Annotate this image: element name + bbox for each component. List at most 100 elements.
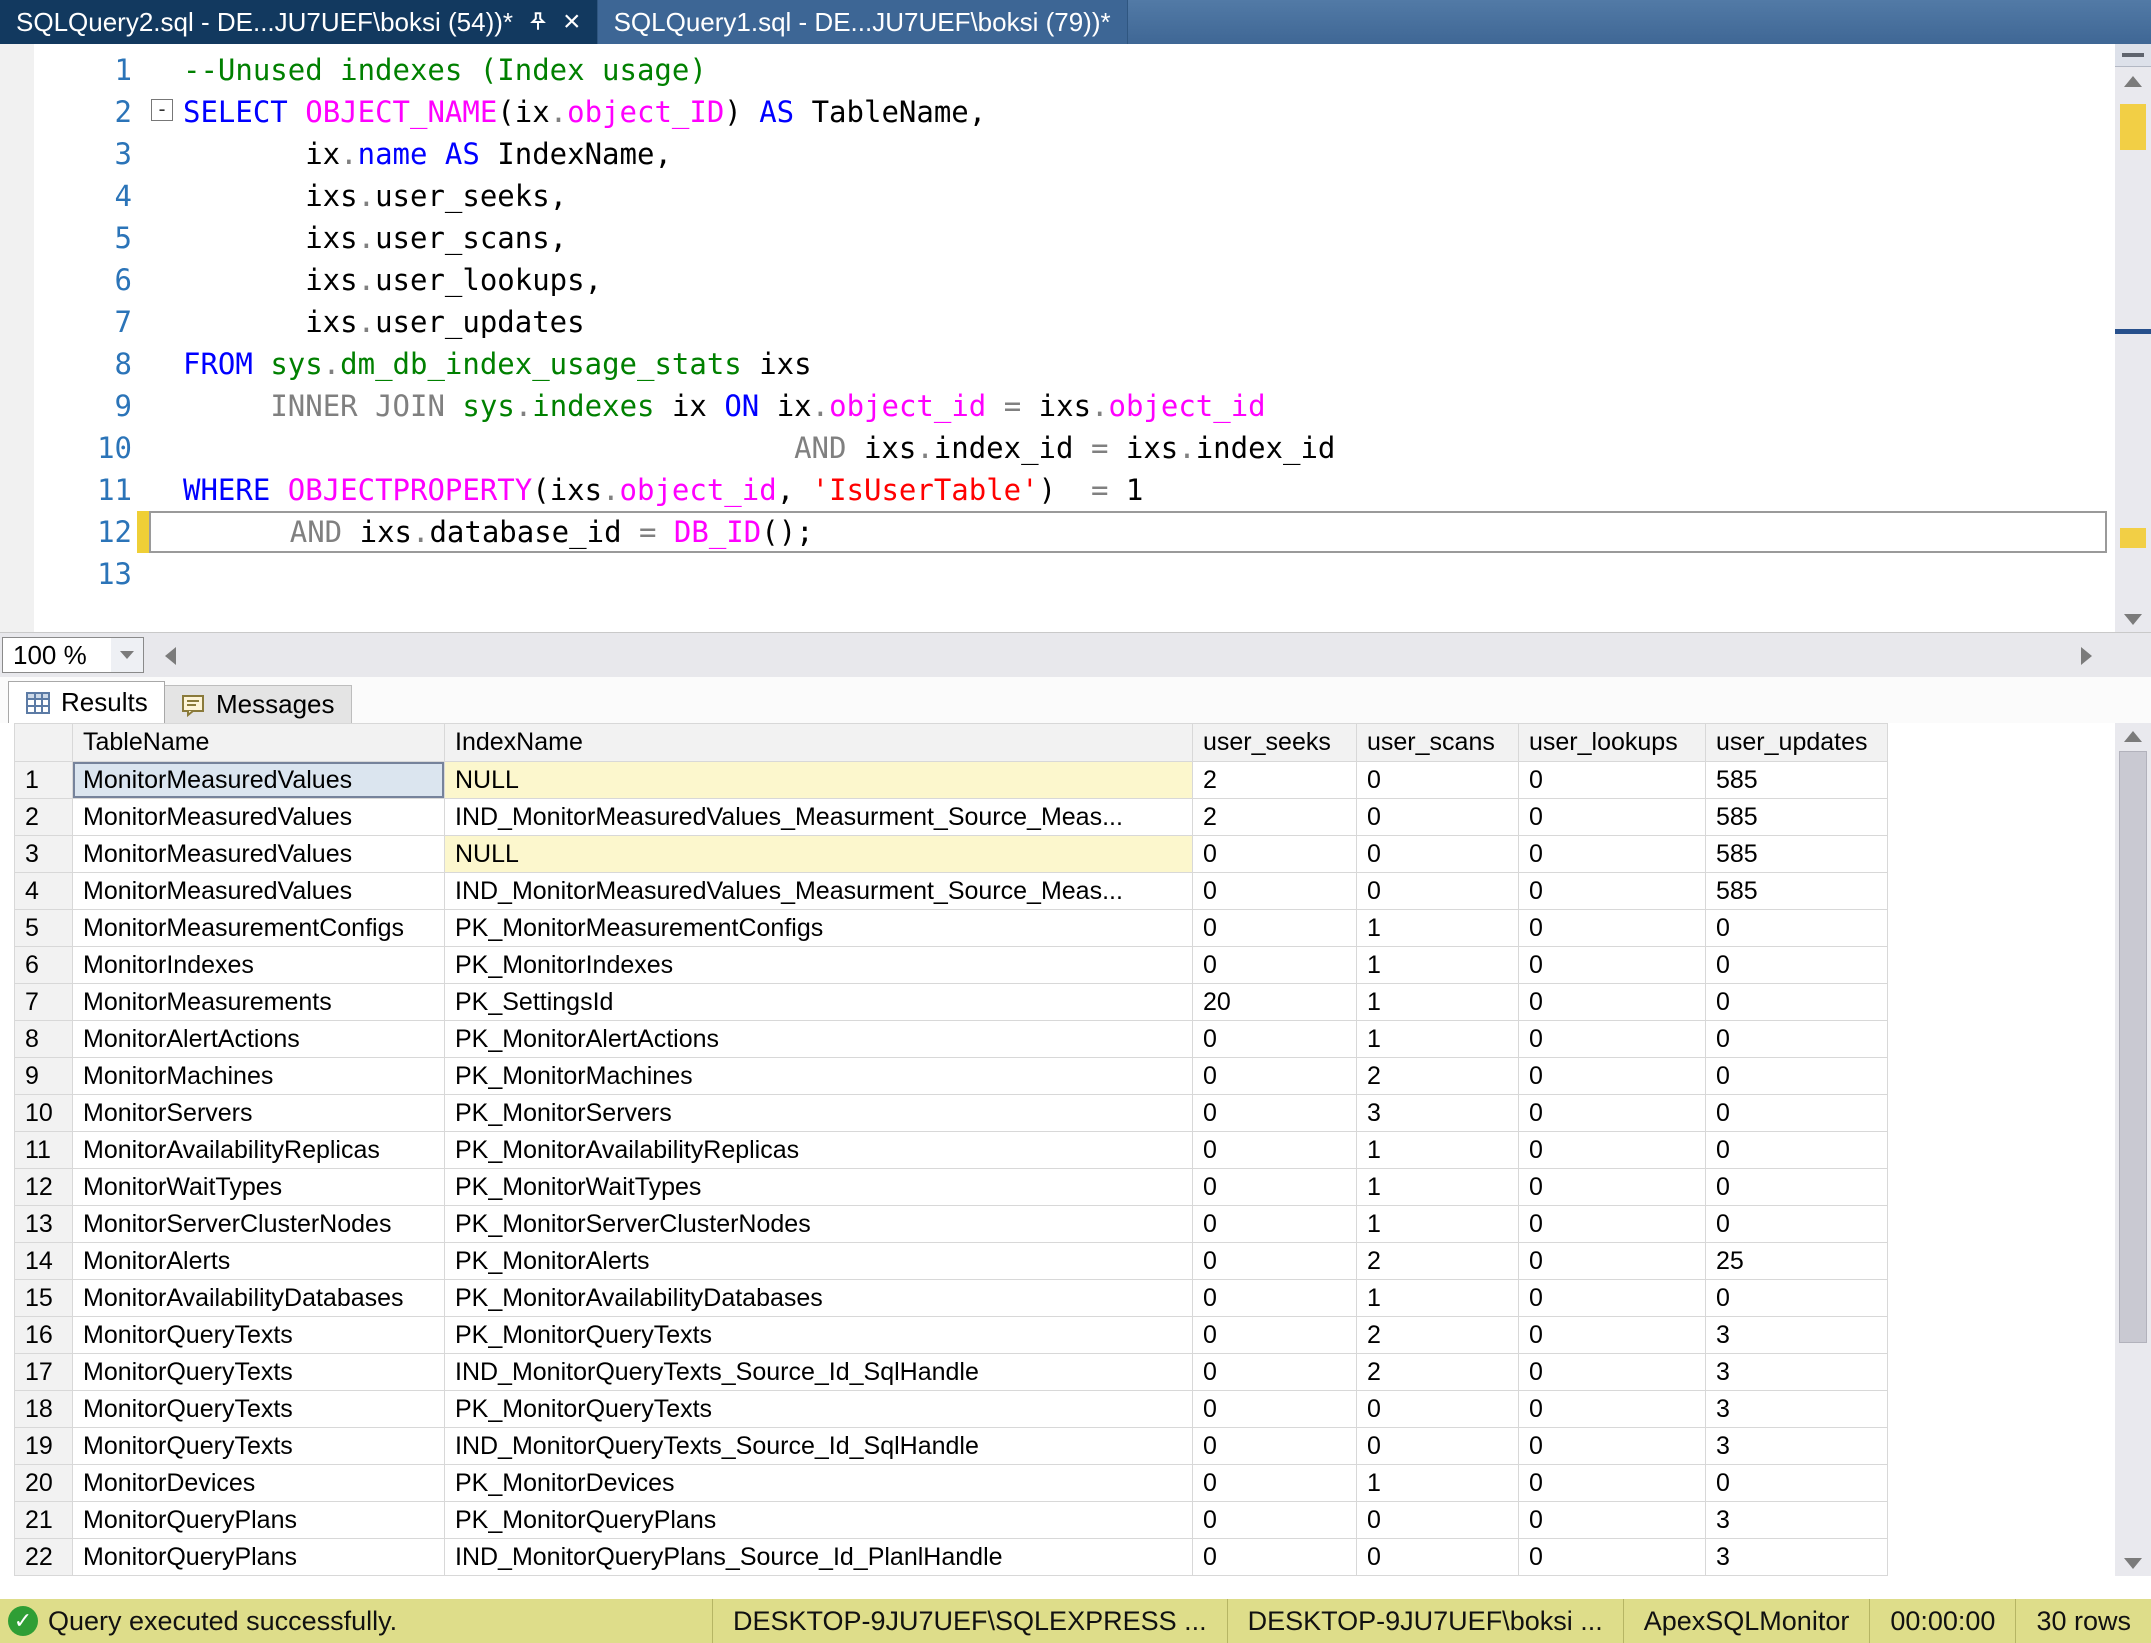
grid-cell[interactable]: 0 [1357,762,1519,799]
grid-cell[interactable]: 0 [1519,1243,1706,1280]
grid-cell[interactable]: 0 [1357,1539,1519,1576]
grid-cell[interactable]: 1 [1357,1169,1519,1206]
grid-cell[interactable]: MonitorServerClusterNodes [73,1206,445,1243]
grid-cell[interactable]: 0 [1357,1502,1519,1539]
code-line[interactable]: 6 ixs.user_lookups, [0,259,2107,301]
scroll-down-button[interactable] [2115,1550,2151,1576]
row-number[interactable]: 19 [15,1428,73,1465]
grid-cell[interactable]: 0 [1357,799,1519,836]
grid-cell[interactable]: 0 [1193,947,1357,984]
grid-cell[interactable]: 0 [1706,1021,1888,1058]
grid-cell[interactable]: MonitorAvailabilityDatabases [73,1280,445,1317]
row-number[interactable]: 1 [15,762,73,799]
grid-cell[interactable]: IND_MonitorMeasuredValues_Measurment_Sou… [445,799,1193,836]
grid-cell[interactable]: 1 [1357,910,1519,947]
grid-cell[interactable]: 3 [1706,1539,1888,1576]
grid-cell[interactable]: IND_MonitorQueryTexts_Source_Id_SqlHandl… [445,1354,1193,1391]
grid-cell[interactable]: MonitorQueryTexts [73,1428,445,1465]
row-number[interactable]: 13 [15,1206,73,1243]
grid-cell[interactable]: 0 [1519,947,1706,984]
grid-cell[interactable]: 20 [1193,984,1357,1021]
editor-vertical-scrollbar[interactable] [2115,44,2151,632]
hscroll-right-button[interactable] [2071,645,2101,667]
grid-cell[interactable]: 1 [1357,1280,1519,1317]
code-line[interactable]: 13 [0,553,2107,595]
grid-cell[interactable]: PK_MonitorAvailabilityReplicas [445,1132,1193,1169]
code-line[interactable]: 10 AND ixs.index_id = ixs.index_id [0,427,2107,469]
grid-cell[interactable]: 0 [1519,1021,1706,1058]
grid-cell[interactable]: MonitorQueryTexts [73,1354,445,1391]
close-icon[interactable]: × [563,7,581,37]
grid-cell[interactable]: 0 [1357,873,1519,910]
tab-results[interactable]: Results [8,681,165,723]
grid-cell[interactable]: 1 [1357,947,1519,984]
code-line[interactable]: 3 ix.name AS IndexName, [0,133,2107,175]
grid-cell[interactable]: 0 [1519,1354,1706,1391]
collapse-toggle-icon[interactable]: - [151,99,173,121]
scroll-up-button[interactable] [2115,68,2151,94]
grid-cell[interactable]: 0 [1193,1095,1357,1132]
row-number[interactable]: 9 [15,1058,73,1095]
grid-cell[interactable]: 585 [1706,836,1888,873]
grid-cell[interactable]: PK_MonitorQueryPlans [445,1502,1193,1539]
code-line[interactable]: 5 ixs.user_scans, [0,217,2107,259]
grid-cell[interactable]: IND_MonitorMeasuredValues_Measurment_Sou… [445,873,1193,910]
grid-cell[interactable]: 0 [1357,836,1519,873]
grid-cell[interactable]: 0 [1193,1428,1357,1465]
grid-cell[interactable]: 0 [1193,1502,1357,1539]
code-line[interactable]: 4 ixs.user_seeks, [0,175,2107,217]
grid-cell[interactable]: MonitorMeasurementConfigs [73,910,445,947]
grid-cell[interactable]: 0 [1193,1169,1357,1206]
grid-cell[interactable]: 585 [1706,799,1888,836]
grid-cell[interactable]: 0 [1519,1058,1706,1095]
code-editor[interactable]: 1--Unused indexes (Index usage)2-SELECT … [0,44,2151,632]
grid-cell[interactable]: PK_MonitorWaitTypes [445,1169,1193,1206]
code-line[interactable]: 8FROM sys.dm_db_index_usage_stats ixs [0,343,2107,385]
row-number[interactable]: 4 [15,873,73,910]
grid-cell[interactable]: 0 [1519,762,1706,799]
code-line[interactable]: 12 AND ixs.database_id = DB_ID(); [0,511,2107,553]
grid-cell[interactable]: MonitorMeasuredValues [73,762,445,799]
grid-cell[interactable]: 0 [1193,910,1357,947]
grid-cell[interactable]: 0 [1706,910,1888,947]
split-editor-handle[interactable] [2115,44,2151,67]
grid-cell[interactable]: 1 [1357,1021,1519,1058]
grid-cell[interactable]: IND_MonitorQueryPlans_Source_Id_PlanlHan… [445,1539,1193,1576]
column-header[interactable]: user_updates [1706,724,1888,762]
grid-cell[interactable]: PK_MonitorAlertActions [445,1021,1193,1058]
grid-cell[interactable]: 0 [1706,1095,1888,1132]
grid-cell[interactable]: MonitorMachines [73,1058,445,1095]
grid-cell[interactable]: 0 [1519,873,1706,910]
row-number[interactable]: 6 [15,947,73,984]
grid-cell[interactable]: 0 [1193,1317,1357,1354]
grid-cell[interactable]: 0 [1193,1391,1357,1428]
grid-cell[interactable]: MonitorAlertActions [73,1021,445,1058]
column-header[interactable]: IndexName [445,724,1193,762]
grid-cell[interactable]: 0 [1519,1539,1706,1576]
grid-cell[interactable]: 0 [1193,1206,1357,1243]
grid-cell[interactable]: 0 [1193,1280,1357,1317]
grid-cell[interactable]: PK_MonitorMachines [445,1058,1193,1095]
row-number[interactable]: 17 [15,1354,73,1391]
grid-cell[interactable]: 0 [1193,836,1357,873]
column-header[interactable]: user_scans [1357,724,1519,762]
grid-cell[interactable]: 0 [1706,984,1888,1021]
grid-cell[interactable]: 2 [1357,1243,1519,1280]
grid-cell[interactable]: MonitorDevices [73,1465,445,1502]
row-number[interactable]: 11 [15,1132,73,1169]
grid-cell[interactable]: 585 [1706,762,1888,799]
grid-cell[interactable]: 0 [1706,1169,1888,1206]
grid-cell[interactable]: 0 [1519,1169,1706,1206]
scroll-up-button[interactable] [2115,723,2151,749]
grid-cell[interactable]: 0 [1519,1465,1706,1502]
column-header[interactable]: user_lookups [1519,724,1706,762]
grid-cell[interactable]: 585 [1706,873,1888,910]
grid-cell[interactable]: 0 [1519,1502,1706,1539]
row-number[interactable]: 20 [15,1465,73,1502]
grid-cell[interactable]: 0 [1519,1206,1706,1243]
grid-cell[interactable]: MonitorQueryTexts [73,1391,445,1428]
grid-cell[interactable]: 3 [1706,1428,1888,1465]
grid-cell[interactable]: 0 [1519,1317,1706,1354]
code-line[interactable]: 11WHERE OBJECTPROPERTY(ixs.object_id, 'I… [0,469,2107,511]
grid-cell[interactable]: 0 [1193,1021,1357,1058]
